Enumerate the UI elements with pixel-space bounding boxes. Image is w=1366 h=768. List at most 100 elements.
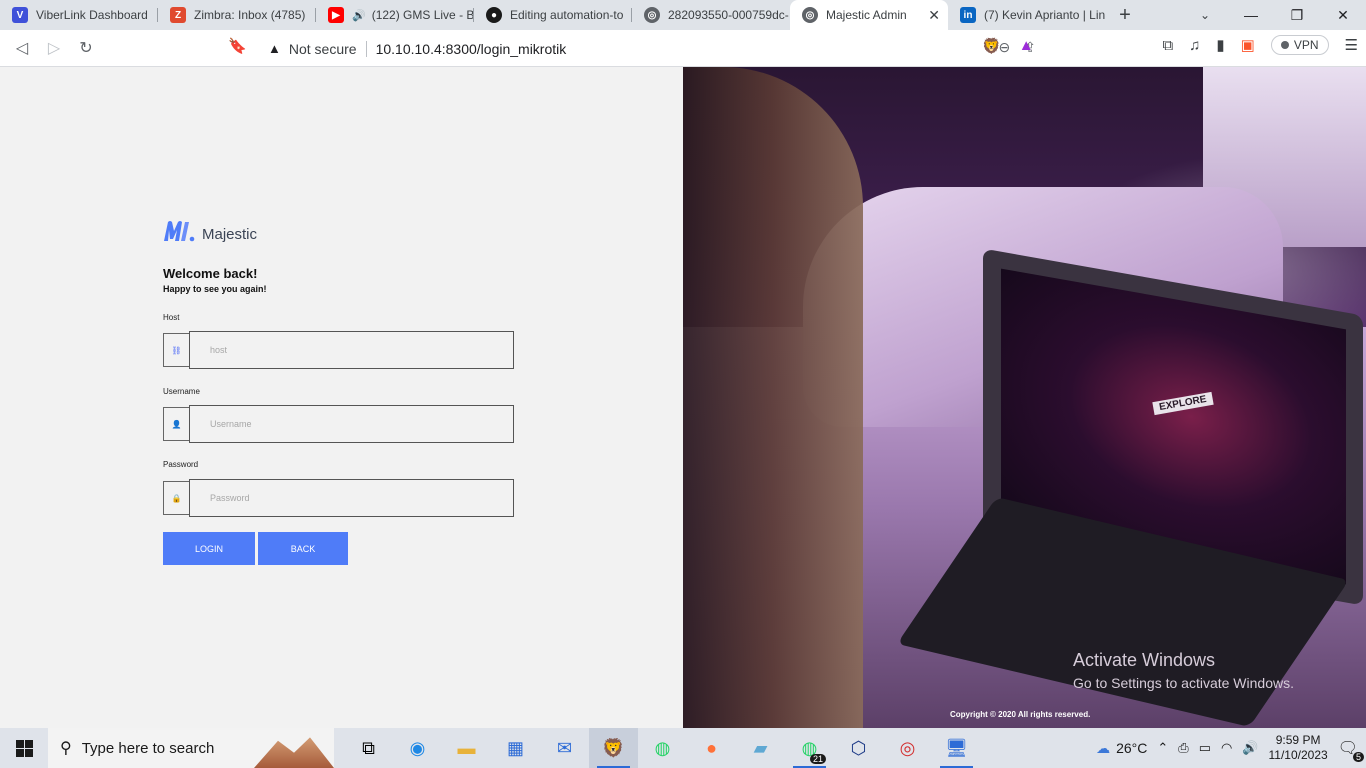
media-icon[interactable]: ♫ bbox=[1189, 37, 1200, 54]
forward-icon[interactable]: ▷ bbox=[38, 32, 70, 64]
tab-title: 282093550-000759dc- bbox=[668, 8, 789, 22]
chevron-up-icon[interactable]: ⌃ bbox=[1157, 740, 1168, 756]
notification-icon[interactable]: 🗨 5 bbox=[1338, 738, 1364, 762]
wifi-icon[interactable]: ◠ bbox=[1221, 740, 1232, 756]
tab-majestic-admin[interactable]: ◎ Majestic Admin ✕ bbox=[790, 0, 948, 30]
start-button[interactable] bbox=[0, 728, 48, 768]
time-text: 9:59 PM bbox=[1275, 733, 1321, 747]
battery-icon[interactable]: ▭ bbox=[1199, 740, 1211, 756]
window-controls: — ❐ ✕ bbox=[1228, 0, 1366, 30]
globe-icon: ◎ bbox=[802, 7, 818, 23]
minimize-button[interactable]: — bbox=[1228, 0, 1274, 30]
activate-windows-watermark: Activate Windows Go to Settings to activ… bbox=[1073, 650, 1294, 691]
warning-icon[interactable]: ▲ bbox=[268, 41, 281, 56]
virtualbox-icon[interactable]: ⬡ bbox=[834, 728, 883, 768]
whatsapp-desktop-icon[interactable]: ◍ 21 bbox=[785, 728, 834, 768]
tab-title: ViberLink Dashboard bbox=[36, 8, 148, 22]
brave-actions: 🦁 ▲ bbox=[982, 37, 1034, 55]
toolbar-right: ⧉ ♫ ▮ ▣ VPN ☰ bbox=[1162, 35, 1358, 55]
back-icon[interactable]: ◁ bbox=[6, 32, 38, 64]
zimbra-icon: Z bbox=[170, 7, 186, 23]
speaker-icon[interactable]: 🔊 bbox=[352, 9, 366, 22]
page-content: Majestic Welcome back! Happy to see you … bbox=[0, 67, 1366, 728]
brand-name: Majestic bbox=[202, 226, 258, 243]
address-bar[interactable]: ▲ Not secure 10.10.10.4:8300/login_mikro… bbox=[258, 34, 1042, 63]
taskbar-apps: ⧉ ◉ ▬ ▦ ✉ 🦁 ◍ ● ▰ ◍ 21 ⬡ ◎ 🖥 bbox=[344, 728, 981, 768]
search-icon: ⚲ bbox=[60, 740, 72, 757]
taskbar: ⚲ Type here to search ⧉ ◉ ▬ ▦ ✉ 🦁 ◍ ● ▰ … bbox=[0, 728, 1366, 768]
close-window-button[interactable]: ✕ bbox=[1320, 0, 1366, 30]
tab-viberlink[interactable]: V ViberLink Dashboard bbox=[0, 0, 158, 30]
wallet-icon[interactable]: ▣ bbox=[1241, 36, 1255, 54]
restore-button[interactable]: ❐ bbox=[1274, 0, 1320, 30]
lock-icon: 🔒 bbox=[163, 481, 189, 515]
password-field-group: 🔒 bbox=[163, 479, 514, 517]
tab-strip: V ViberLink Dashboard Z Zimbra: Inbox (4… bbox=[0, 0, 1366, 30]
taskbar-search[interactable]: ⚲ Type here to search bbox=[48, 728, 334, 768]
welcome-heading: Welcome back! bbox=[163, 266, 258, 281]
copyright-text: Copyright © 2020 All rights reserved. bbox=[950, 710, 1091, 719]
reload-icon[interactable]: ↻ bbox=[70, 32, 102, 64]
notepad-icon[interactable]: ▰ bbox=[736, 728, 785, 768]
search-highlight-image bbox=[254, 737, 334, 768]
bookmark-icon[interactable]: 🔖 bbox=[228, 37, 247, 55]
vpn-status-icon bbox=[1280, 41, 1289, 49]
remote-desktop-icon[interactable]: 🖥 bbox=[932, 728, 981, 768]
globe-icon: ◎ bbox=[644, 7, 660, 23]
divider bbox=[365, 40, 367, 57]
volume-icon[interactable]: 🔊 bbox=[1242, 740, 1258, 756]
sidebar-icon[interactable]: ▮ bbox=[1216, 36, 1224, 54]
firefox-icon[interactable]: ● bbox=[687, 728, 736, 768]
username-input[interactable] bbox=[189, 405, 514, 443]
username-label: Username bbox=[163, 387, 200, 396]
url-text[interactable]: 10.10.10.4:8300/login_mikrotik bbox=[376, 41, 567, 57]
back-button[interactable]: BACK bbox=[258, 532, 348, 565]
login-button[interactable]: LOGIN bbox=[163, 532, 255, 565]
edge-icon[interactable]: ◉ bbox=[393, 728, 442, 768]
hero-image: EXPLORE bbox=[683, 67, 1366, 728]
linkedin-icon: in bbox=[960, 7, 976, 23]
tab-title: Editing automation-to bbox=[510, 8, 624, 22]
whatsapp-badge: 21 bbox=[809, 754, 826, 764]
file-explorer-icon[interactable]: ▬ bbox=[442, 728, 491, 768]
mail-icon[interactable]: ✉ bbox=[540, 728, 589, 768]
app-red-icon[interactable]: ◎ bbox=[883, 728, 932, 768]
new-tab-button[interactable]: + bbox=[1110, 4, 1140, 27]
github-icon: ● bbox=[486, 7, 502, 23]
watermark-line2: Go to Settings to activate Windows. bbox=[1073, 675, 1294, 691]
brave-shields-icon[interactable]: 🦁 bbox=[982, 37, 1001, 55]
meet-icon[interactable]: ⎙ bbox=[1178, 740, 1188, 756]
tab-title: Zimbra: Inbox (4785) bbox=[194, 8, 306, 22]
search-placeholder: Type here to search bbox=[81, 739, 215, 757]
system-tray: ☁ 26°C ⌃ ⎙ ▭ ◠ 🔊 9:59 PM 11/10/2023 🗨 5 bbox=[1096, 728, 1366, 768]
tab-title: (122) GMS Live - B bbox=[371, 8, 474, 22]
person-silhouette bbox=[683, 67, 863, 728]
clock[interactable]: 9:59 PM 11/10/2023 bbox=[1269, 733, 1328, 763]
whatsapp-icon[interactable]: ◍ bbox=[638, 728, 687, 768]
tab-image[interactable]: ◎ 282093550-000759dc- bbox=[632, 0, 790, 30]
weather-widget[interactable]: ☁ 26°C bbox=[1096, 740, 1147, 757]
task-view-icon[interactable]: ⧉ bbox=[344, 728, 393, 768]
tab-linkedin[interactable]: in (7) Kevin Aprianto | Lin bbox=[948, 0, 1106, 30]
menu-icon[interactable]: ☰ bbox=[1345, 36, 1358, 54]
tab-youtube[interactable]: ▶ 🔊 (122) GMS Live - B bbox=[316, 0, 474, 30]
chevron-down-icon[interactable]: ⌄ bbox=[1190, 0, 1220, 30]
brand-logo: Majestic bbox=[163, 218, 257, 243]
tab-zimbra[interactable]: Z Zimbra: Inbox (4785) bbox=[158, 0, 316, 30]
host-label: Host bbox=[163, 313, 180, 322]
extensions-icon[interactable]: ⧉ bbox=[1162, 37, 1173, 54]
host-input[interactable] bbox=[189, 331, 514, 369]
password-input[interactable] bbox=[189, 479, 514, 517]
vpn-button[interactable]: VPN bbox=[1270, 35, 1329, 55]
close-icon[interactable]: ✕ bbox=[928, 7, 940, 24]
weather-icon: ☁ bbox=[1096, 739, 1111, 756]
store-icon[interactable]: ▦ bbox=[491, 728, 540, 768]
brave-rewards-icon[interactable]: ▲ bbox=[1019, 37, 1034, 55]
viberlink-icon: V bbox=[12, 7, 28, 23]
vpn-label: VPN bbox=[1293, 38, 1319, 52]
brave-browser-icon[interactable]: 🦁 bbox=[589, 728, 638, 768]
login-pane: Majestic Welcome back! Happy to see you … bbox=[0, 67, 683, 728]
tab-title: (7) Kevin Aprianto | Lin bbox=[984, 8, 1106, 22]
security-label[interactable]: Not secure bbox=[289, 41, 357, 57]
tab-github[interactable]: ● Editing automation-to bbox=[474, 0, 632, 30]
